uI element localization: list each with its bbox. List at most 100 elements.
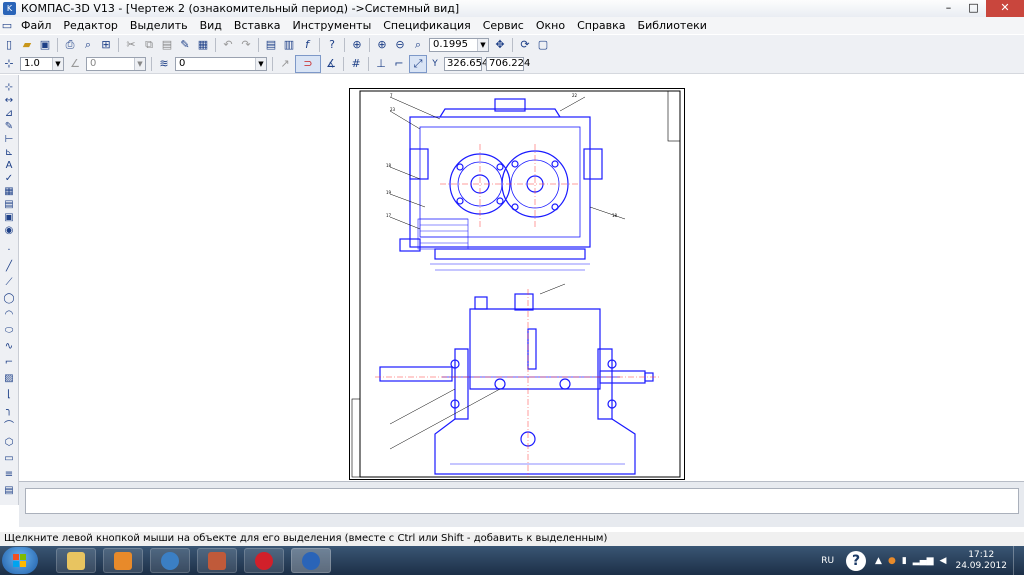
snap-magnet-icon[interactable]: ⊃ xyxy=(295,54,321,73)
function-icon[interactable]: f xyxy=(299,37,315,53)
format-painter-icon[interactable]: ✎ xyxy=(177,37,193,53)
view-icon[interactable]: ◉ xyxy=(3,225,15,237)
coord-x-field[interactable]: 326.654 xyxy=(444,56,488,71)
zoom-in-icon[interactable]: ⊕ xyxy=(374,37,390,53)
orthogonal-icon[interactable]: ⊥ xyxy=(373,56,389,72)
kompas-app-icon[interactable]: K xyxy=(3,2,16,15)
menu-select[interactable]: Выделить xyxy=(125,19,193,32)
menu-service[interactable]: Сервис xyxy=(478,19,529,32)
round-icon[interactable]: ⌐ xyxy=(391,56,407,72)
open-folder-icon[interactable]: ▰ xyxy=(19,37,35,53)
cut-icon[interactable]: ✂ xyxy=(123,37,139,53)
chevron-down-icon[interactable]: ▼ xyxy=(477,38,488,51)
ellipse-icon[interactable]: ⬭ xyxy=(3,325,15,337)
reports-icon[interactable]: ▦ xyxy=(3,186,15,198)
insert-icon[interactable]: ▤ xyxy=(3,199,15,211)
show-desktop-button[interactable] xyxy=(1013,546,1024,575)
segment-icon[interactable]: ⟋ xyxy=(3,277,15,289)
tray-network-icon[interactable]: ▮ xyxy=(902,556,907,566)
local-cs-icon[interactable]: ↗ xyxy=(277,56,293,72)
help-pointer-icon[interactable]: ? xyxy=(324,37,340,53)
taskbar-media-player[interactable] xyxy=(103,548,143,573)
taskbar-app[interactable] xyxy=(197,548,237,573)
coord-y-field[interactable]: 706.224 xyxy=(486,56,530,71)
print-preview-icon[interactable]: ⌕ xyxy=(80,37,96,53)
menu-file[interactable]: Файл xyxy=(16,19,56,32)
show-all-icon[interactable]: ▢ xyxy=(535,37,551,53)
zoom-window-icon[interactable]: ⊕ xyxy=(349,37,365,53)
undo-icon[interactable]: ↶ xyxy=(220,37,236,53)
maximize-button[interactable]: □ xyxy=(961,0,986,17)
spline-icon[interactable]: ∿ xyxy=(3,341,15,353)
paste-icon[interactable]: ▤ xyxy=(159,37,175,53)
polyline-icon[interactable]: ⌐ xyxy=(3,357,15,369)
manager-icon[interactable]: ⊞ xyxy=(98,37,114,53)
zoom-scale-icon[interactable]: ⌕ xyxy=(410,37,426,53)
angle-icon[interactable]: ∠ xyxy=(67,56,83,72)
fillet-icon[interactable]: ╮ xyxy=(3,405,15,417)
clock[interactable]: 17:12 24.09.2012 xyxy=(955,550,1007,572)
grid-icon[interactable]: # xyxy=(348,56,364,72)
select-icon[interactable]: A xyxy=(3,160,15,172)
polygon-icon[interactable]: ⬡ xyxy=(3,437,15,449)
language-indicator[interactable]: RU xyxy=(821,556,834,566)
taskbar-kompas[interactable] xyxy=(291,548,331,573)
aux-line-icon[interactable]: ╱ xyxy=(3,261,15,273)
print-icon[interactable]: ⎙ xyxy=(62,37,78,53)
step-icon[interactable]: ⊹ xyxy=(1,56,17,72)
rectangle-icon[interactable]: ▭ xyxy=(3,453,15,465)
pan-icon[interactable]: ✥ xyxy=(492,37,508,53)
chevron-down-icon[interactable]: ▼ xyxy=(52,57,63,70)
dimensions-icon[interactable]: ↔ xyxy=(3,95,15,107)
menu-help[interactable]: Справка xyxy=(572,19,630,32)
menu-tools[interactable]: Инструменты xyxy=(288,19,377,32)
new-document-icon[interactable]: ▯ xyxy=(1,37,17,53)
tree-icon[interactable]: ▤ xyxy=(263,37,279,53)
collection-icon[interactable]: ▤ xyxy=(3,485,15,497)
equidistant-icon[interactable]: ≡ xyxy=(3,469,15,481)
taskbar-hp[interactable] xyxy=(150,548,190,573)
properties-content-area[interactable] xyxy=(25,488,1019,514)
menu-editor[interactable]: Редактор xyxy=(58,19,123,32)
circle-icon[interactable]: ◯ xyxy=(3,293,15,305)
save-icon[interactable]: ▣ xyxy=(37,37,53,53)
chamfer-icon[interactable]: ⌊ xyxy=(3,389,15,401)
angle-combo[interactable]: 0 ▼ xyxy=(86,56,146,71)
point-icon[interactable]: · xyxy=(3,245,15,257)
zoom-combo[interactable]: 0.1995 ▼ xyxy=(429,37,489,52)
menu-window[interactable]: Окно xyxy=(531,19,570,32)
refresh-icon[interactable]: ⟳ xyxy=(517,37,533,53)
start-button[interactable] xyxy=(2,547,38,574)
taskbar-opera[interactable] xyxy=(244,548,284,573)
minimize-button[interactable]: – xyxy=(936,0,961,17)
properties-icon[interactable]: ▦ xyxy=(195,37,211,53)
tray-arrow-icon[interactable]: ▲ xyxy=(875,556,882,566)
geometry-icon[interactable]: ⊹ xyxy=(3,82,15,94)
drawing-sheet[interactable]: 7 23 18 19 17 22 18 xyxy=(349,88,685,480)
layer-combo[interactable]: 0 ▼ xyxy=(175,56,267,71)
fragment-icon[interactable]: ▣ xyxy=(3,212,15,224)
hatch-icon[interactable]: ▨ xyxy=(3,373,15,385)
document-icon[interactable]: ▭ xyxy=(1,18,13,34)
edit-icon[interactable]: ✎ xyxy=(3,121,15,133)
chevron-down-icon[interactable]: ▼ xyxy=(134,57,145,70)
contour-icon[interactable]: ⌒ xyxy=(3,421,15,433)
redo-icon[interactable]: ↷ xyxy=(238,37,254,53)
chevron-down-icon[interactable]: ▼ xyxy=(255,57,266,70)
menu-specification[interactable]: Спецификация xyxy=(378,19,475,32)
arc-icon[interactable]: ◠ xyxy=(3,309,15,321)
measure-icon[interactable]: ⊾ xyxy=(3,147,15,159)
layer-icon[interactable]: ≋ xyxy=(156,56,172,72)
menu-libraries[interactable]: Библиотеки xyxy=(633,19,712,32)
tray-app-icon[interactable]: ● xyxy=(888,556,896,566)
menu-view[interactable]: Вид xyxy=(195,19,227,32)
designations-icon[interactable]: ⊿ xyxy=(3,108,15,120)
spec-icon[interactable]: ✓ xyxy=(3,173,15,185)
variables-icon[interactable]: ▥ xyxy=(281,37,297,53)
taskbar-explorer[interactable] xyxy=(56,548,96,573)
zoom-out-icon[interactable]: ⊖ xyxy=(392,37,408,53)
parametrization-icon[interactable]: ⊢ xyxy=(3,134,15,146)
tray-signal-icon[interactable]: ▂▄▆ xyxy=(913,556,934,566)
menu-insert[interactable]: Вставка xyxy=(229,19,286,32)
step-combo[interactable]: 1.0 ▼ xyxy=(20,56,64,71)
